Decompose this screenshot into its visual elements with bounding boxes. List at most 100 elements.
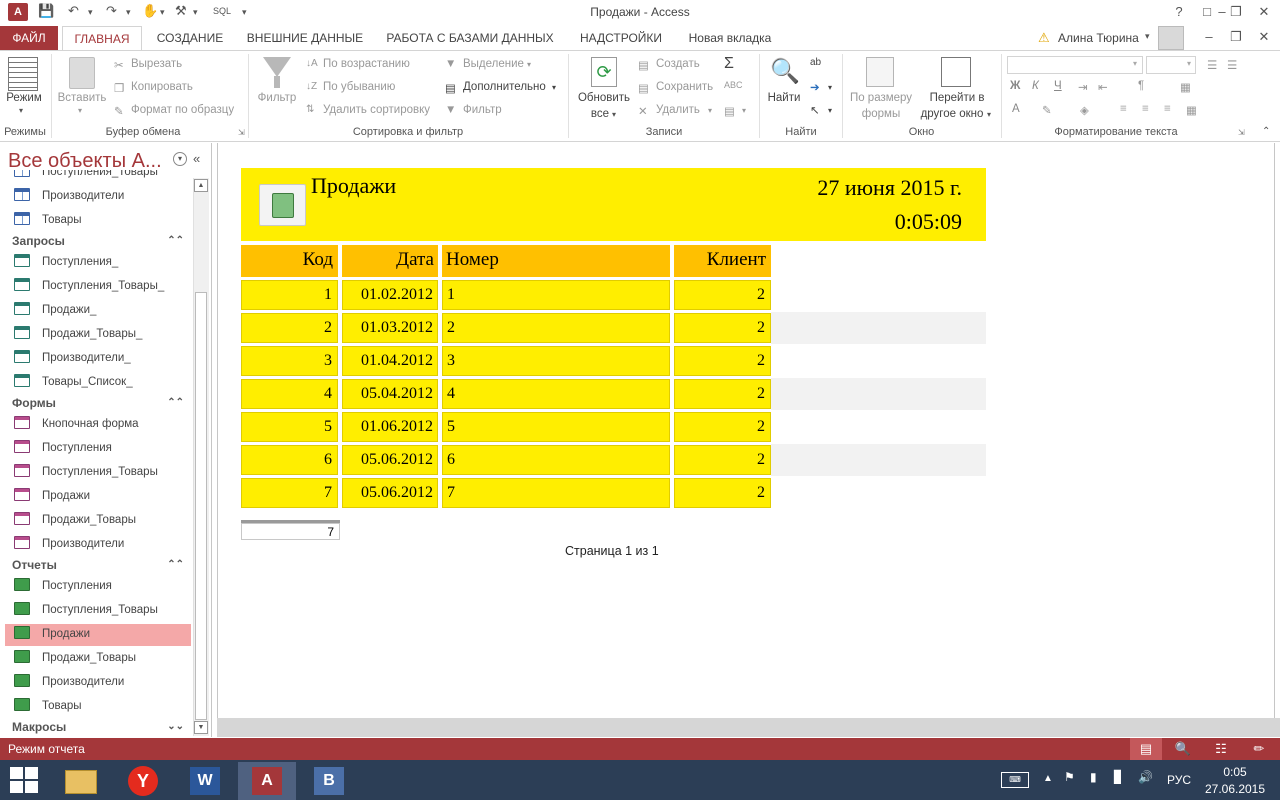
nav-item-form[interactable]: Кнопочная форма	[14, 413, 190, 435]
advanced-icon[interactable]: ▤	[445, 81, 456, 95]
view-mode-icon[interactable]	[8, 57, 38, 91]
network-icon[interactable]: ▊	[1114, 770, 1123, 784]
language-indicator[interactable]: РУС	[1167, 773, 1191, 787]
clock-time[interactable]: 0:05	[1205, 765, 1265, 779]
taskbar-access-icon[interactable]: A	[238, 762, 296, 800]
paste-dropdown-icon[interactable]: ▾	[78, 106, 82, 115]
nav-item-report[interactable]: Производители	[14, 671, 190, 693]
start-button-icon[interactable]	[10, 767, 38, 793]
goto-icon[interactable]: ➔	[810, 80, 820, 94]
spelling-icon[interactable]: ABC	[724, 80, 743, 90]
touch-mode-icon[interactable]: ✋	[142, 3, 158, 19]
highlight-icon[interactable]: ✎	[1042, 103, 1052, 117]
view-mode-dropdown-icon[interactable]: ▾	[19, 106, 23, 115]
nav-section-forms[interactable]: Формы ⌃⌃	[12, 393, 184, 413]
power-icon[interactable]: ▮	[1090, 770, 1097, 784]
touch-keyboard-icon[interactable]: ⌨	[1001, 772, 1029, 788]
font-color-button[interactable]: А	[1012, 103, 1020, 115]
scroll-down-icon[interactable]: ▼	[194, 721, 208, 734]
redo-icon[interactable]: ↷	[106, 3, 117, 19]
totals-icon[interactable]: Σ	[724, 55, 734, 73]
nav-item-query[interactable]: Продажи_	[14, 299, 190, 321]
delete-record-button[interactable]: Удалить	[656, 104, 700, 116]
switch-windows-dropdown-icon[interactable]: ▾	[987, 110, 991, 119]
font-name-select[interactable]	[1007, 56, 1143, 74]
filter-icon[interactable]	[263, 57, 291, 77]
save-record-icon[interactable]: ▤	[638, 81, 649, 95]
remove-sort-button[interactable]: Удалить сортировку	[323, 104, 430, 116]
collapse-section-icon[interactable]: ⌃⌃	[167, 393, 184, 413]
fill-color-icon[interactable]: ◈	[1080, 103, 1089, 117]
new-record-button[interactable]: Создать	[656, 58, 700, 70]
align-right-icon[interactable]: ≡	[1164, 103, 1171, 115]
nav-section-queries[interactable]: Запросы ⌃⌃	[12, 231, 184, 251]
undo-icon[interactable]: ↶	[68, 3, 79, 19]
align-left-icon[interactable]: ≡	[1120, 103, 1127, 115]
replace-icon[interactable]: ab	[810, 57, 821, 68]
more-records-dropdown-icon[interactable]: ▾	[742, 106, 746, 115]
underline-button[interactable]: Ч	[1054, 80, 1062, 92]
tools-icon[interactable]: ⚒	[175, 3, 187, 19]
gridlines-icon[interactable]: ▦	[1180, 80, 1191, 94]
nav-item-report-selected[interactable]: Продажи	[14, 623, 190, 645]
sql-view-button[interactable]: SQL	[213, 6, 231, 16]
action-center-icon[interactable]: ⚑	[1064, 770, 1075, 784]
format-painter-button[interactable]: Формат по образцу	[131, 104, 234, 116]
taskbar-yandex-icon[interactable]: Y	[114, 762, 172, 800]
save-icon[interactable]: 💾	[38, 3, 54, 19]
delete-dropdown-icon[interactable]: ▾	[708, 106, 712, 115]
switch-windows-button-line2[interactable]: другое окно	[915, 107, 989, 122]
italic-button[interactable]: К	[1032, 80, 1039, 92]
descending-icon[interactable]: ↓Z	[306, 81, 317, 92]
refresh-all-button[interactable]: Обновить	[572, 91, 636, 106]
collapse-section-icon[interactable]: ⌃⌃	[167, 231, 184, 251]
help-button[interactable]: ?	[1165, 2, 1193, 22]
goto-dropdown-icon[interactable]: ▾	[828, 83, 832, 92]
selection-icon[interactable]: ▼	[445, 58, 456, 70]
undo-dropdown-icon[interactable]: ▾	[88, 7, 93, 18]
nav-section-reports[interactable]: Отчеты ⌃⌃	[12, 555, 184, 575]
nav-item-form[interactable]: Продажи_Товары	[14, 509, 190, 531]
nav-item-report[interactable]: Товары	[14, 695, 190, 717]
align-center-icon[interactable]: ≡	[1142, 103, 1149, 115]
filter-button[interactable]: Фильтр	[252, 91, 302, 106]
nav-item-report[interactable]: Поступления	[14, 575, 190, 597]
report-view-icon[interactable]: ▤	[1135, 740, 1157, 758]
refresh-icon[interactable]: ⟳	[591, 57, 617, 87]
show-hidden-icons[interactable]: ▲	[1043, 773, 1053, 784]
switch-windows-button[interactable]: Перейти в	[920, 91, 994, 106]
view-mode-button[interactable]: Режим	[2, 91, 46, 106]
find-button[interactable]: Найти	[762, 91, 806, 106]
more-records-icon[interactable]: ▤	[724, 104, 735, 118]
nav-item-table-goods[interactable]: Товары	[14, 209, 190, 231]
expand-section-icon[interactable]: ⌄⌄	[167, 717, 184, 737]
fit-to-form-button[interactable]: По размеру	[846, 91, 916, 106]
taskbar-explorer-icon[interactable]	[52, 762, 110, 800]
clipboard-launcher-icon[interactable]: ⇲	[238, 128, 245, 137]
font-name-dropdown-icon[interactable]: ▾	[1133, 59, 1137, 68]
tab-database-tools[interactable]: РАБОТА С БАЗАМИ ДАННЫХ	[378, 26, 562, 50]
nav-item-form[interactable]: Производители	[14, 533, 190, 555]
new-record-icon[interactable]: ▤	[638, 58, 649, 72]
access-logo-icon[interactable]: A	[8, 3, 28, 21]
save-record-button[interactable]: Сохранить	[656, 81, 713, 93]
paragraph-icon[interactable]: ¶	[1138, 80, 1144, 92]
toggle-filter-button[interactable]: Фильтр	[463, 104, 502, 116]
nav-item-query[interactable]: Производители_	[14, 347, 190, 369]
alt-fill-icon[interactable]: ▦	[1186, 103, 1197, 117]
selection-button[interactable]: Выделение	[463, 58, 524, 70]
ascending-icon[interactable]: ↓A	[306, 58, 318, 69]
remove-sort-icon[interactable]: ⇅	[306, 104, 314, 115]
nav-item-table-manufacturers[interactable]: Производители	[14, 185, 190, 207]
delete-record-icon[interactable]: ✕	[638, 104, 648, 118]
outdent-icon[interactable]: ⇤	[1098, 80, 1108, 94]
nav-item-table-partial[interactable]: Поступления_Товары	[14, 170, 190, 183]
advanced-dropdown-icon[interactable]: ▾	[552, 83, 556, 92]
fit-to-form-button-line2[interactable]: формы	[846, 107, 916, 122]
user-name[interactable]: Алина Тюрина	[1058, 31, 1139, 45]
paste-icon[interactable]	[69, 57, 95, 89]
close-window-icon[interactable]: ✕	[1250, 2, 1278, 22]
bold-button[interactable]: Ж	[1010, 80, 1020, 92]
copy-icon[interactable]: ❐	[114, 81, 124, 95]
nav-item-form[interactable]: Продажи	[14, 485, 190, 507]
